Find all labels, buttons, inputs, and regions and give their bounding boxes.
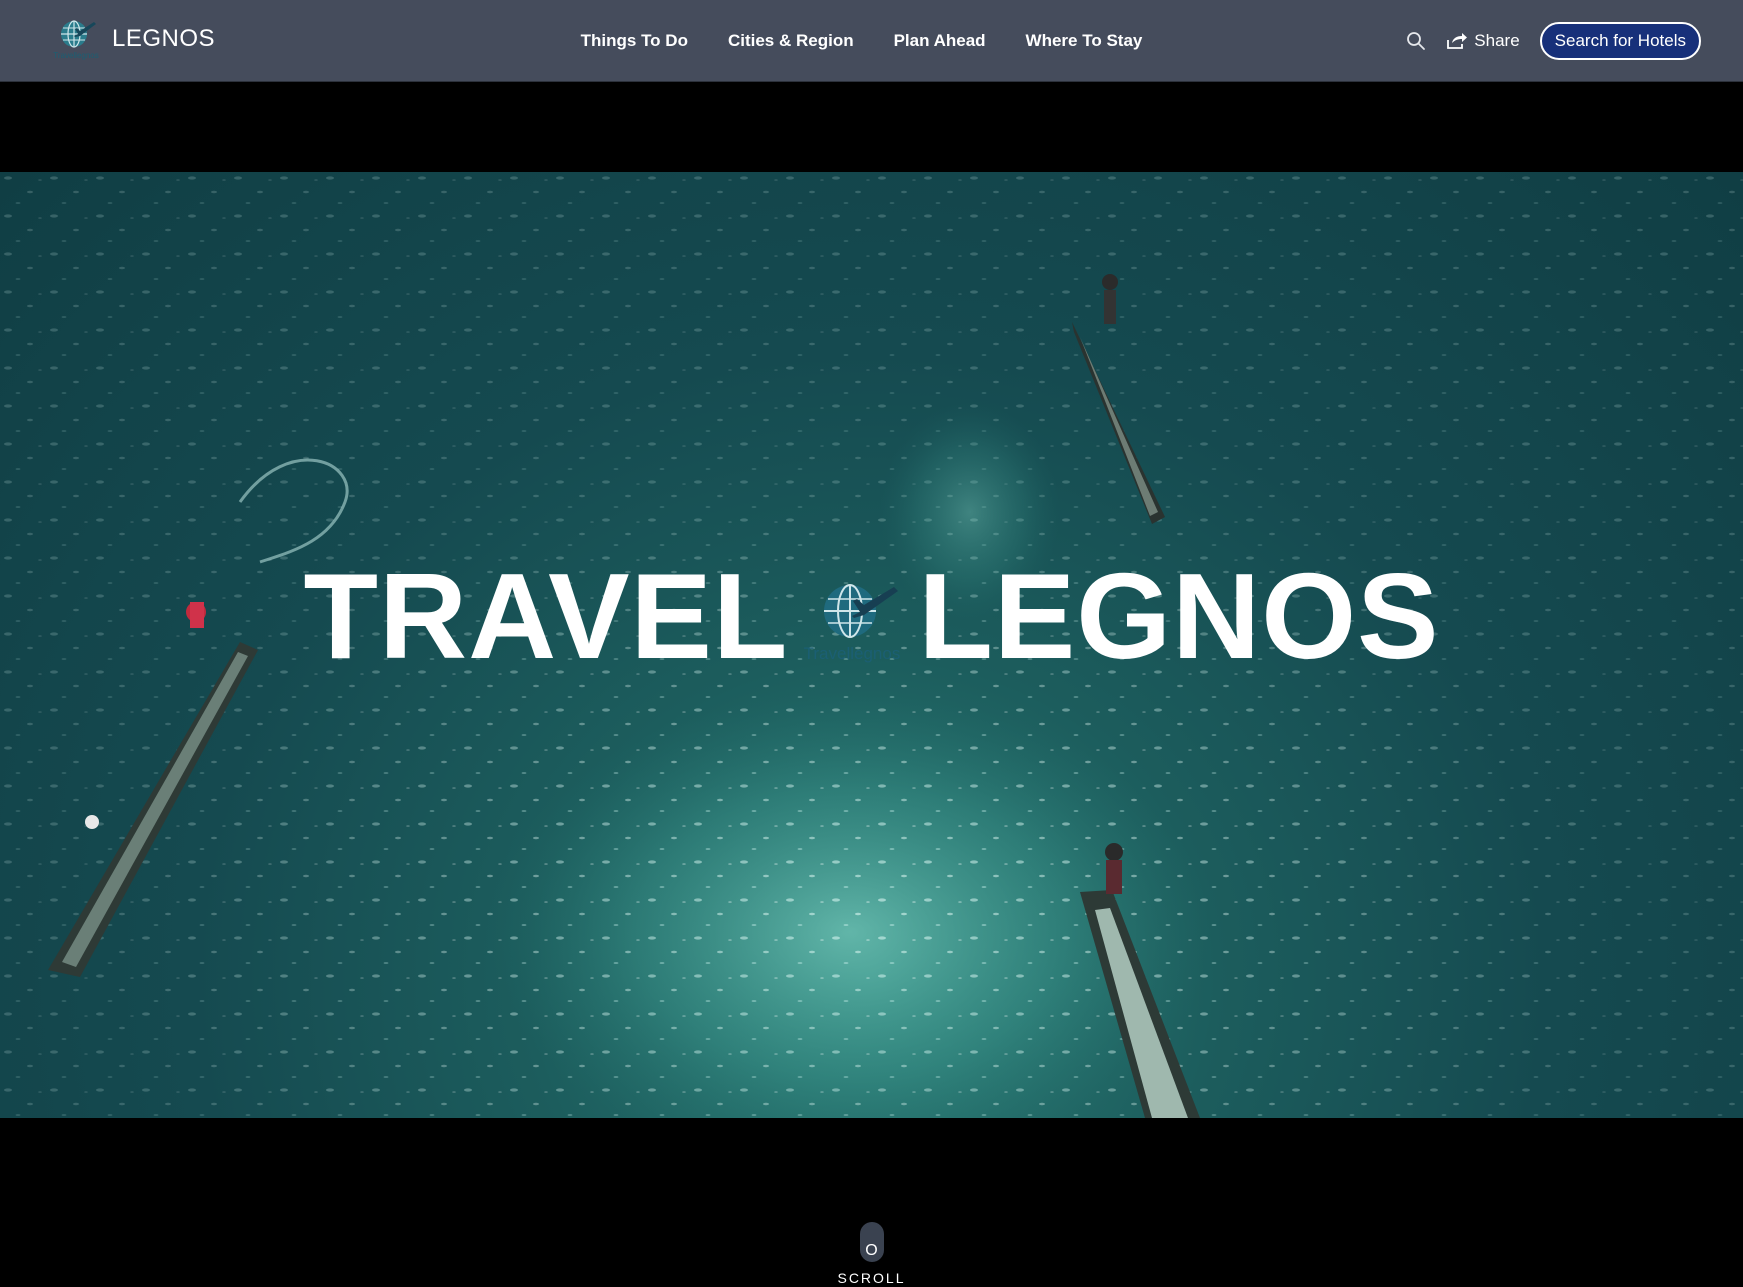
globe-plane-logo-icon: Travellegnos xyxy=(53,20,99,60)
share-button[interactable]: Share xyxy=(1446,31,1520,51)
nav-where-to-stay[interactable]: Where To Stay xyxy=(1026,31,1143,51)
header-actions: Share Search for Hotels xyxy=(1406,22,1701,60)
hero-title: TRAVEL Travellegnos LEGNOS xyxy=(0,172,1743,1118)
top-navbar: Travellegnos LEGNOS Things To Do Cities … xyxy=(0,0,1743,82)
search-icon xyxy=(1407,32,1426,50)
nav-plan-ahead[interactable]: Plan Ahead xyxy=(894,31,986,51)
hero-word-travel: TRAVEL xyxy=(303,548,789,684)
hero-word-legnos: LEGNOS xyxy=(918,548,1440,684)
mouse-scroll-icon: O xyxy=(859,1222,884,1262)
nav-cities-region[interactable]: Cities & Region xyxy=(728,31,854,51)
nav-things-to-do[interactable]: Things To Do xyxy=(581,31,688,51)
search-button[interactable] xyxy=(1406,31,1426,51)
share-icon xyxy=(1447,33,1468,49)
hero-video[interactable]: TRAVEL Travellegnos LEGNOS xyxy=(0,172,1743,1118)
brand-home-link[interactable]: Travellegnos LEGNOS xyxy=(50,18,215,60)
svg-text:Travellegnos: Travellegnos xyxy=(53,51,99,60)
share-label: Share xyxy=(1474,31,1520,50)
scroll-indicator[interactable]: O SCROLL xyxy=(0,1222,1743,1286)
brand-name: LEGNOS xyxy=(112,25,216,52)
svg-text:Travellegnos: Travellegnos xyxy=(804,644,901,663)
globe-plane-logo-icon: Travellegnos xyxy=(804,584,901,663)
search-hotels-button[interactable]: Search for Hotels xyxy=(1539,22,1701,60)
mouse-wheel-glyph: O xyxy=(865,1242,878,1259)
scroll-label: SCROLL xyxy=(837,1270,906,1286)
